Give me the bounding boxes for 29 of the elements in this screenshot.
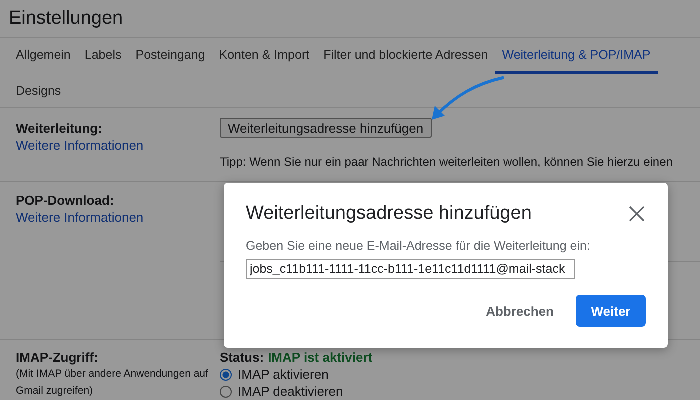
dialog-title: Weiterleitungsadresse hinzufügen: [246, 203, 532, 225]
next-button[interactable]: Weiter: [576, 295, 646, 327]
section-label: IMAP-Zugriff:: [16, 349, 100, 366]
radio-button[interactable]: [220, 368, 232, 380]
settings-tab[interactable]: Posteingang: [128, 38, 212, 74]
add-forwarding-button[interactable]: Weiterleitungsadresse hinzufügen: [220, 118, 432, 138]
settings-tab[interactable]: Konten & Import: [212, 38, 317, 74]
note-text: (Mit IMAP über andere Anwendungen auf: [16, 367, 210, 382]
more-info-link[interactable]: Weitere Informationen: [16, 137, 220, 154]
option-label: IMAP aktivieren: [238, 367, 329, 382]
option-label: IMAP deaktivieren: [238, 384, 344, 399]
cancel-button[interactable]: Abbrechen: [476, 296, 564, 326]
section-label: Weiterleitung:: [16, 120, 104, 137]
status-label: Status:: [220, 350, 264, 365]
status-value: IMAP ist aktiviert: [268, 350, 373, 365]
section-label: POP-Download:: [16, 192, 116, 209]
page-title: Einstellungen: [9, 8, 124, 30]
email-field[interactable]: jobs_c11b111-1111-11cc-b111-1e11c11d1111@mail-stack: [246, 259, 575, 279]
tip-text: Tipp: Wenn Sie nur ein paar Nachrichten weiterleiten wollen, können Sie hierzu einen: [220, 155, 674, 169]
radio-button[interactable]: [220, 386, 232, 398]
settings-tab[interactable]: Labels: [78, 38, 129, 74]
settings-tab[interactable]: Weiterleitung & POP/IMAP: [495, 38, 658, 74]
settings-tab[interactable]: Allgemein: [9, 38, 78, 74]
settings-tab[interactable]: Filter und blockierte Adressen: [316, 38, 496, 74]
more-info-link[interactable]: Weitere Informationen: [16, 209, 220, 226]
close-icon[interactable]: [629, 206, 645, 222]
note-text: Gmail zugreifen): [16, 384, 94, 399]
prompt-text: Geben Sie eine neue E-Mail-Adresse für die Weiterleitung ein:: [246, 239, 592, 253]
settings-tab[interactable]: Designs: [9, 74, 68, 110]
